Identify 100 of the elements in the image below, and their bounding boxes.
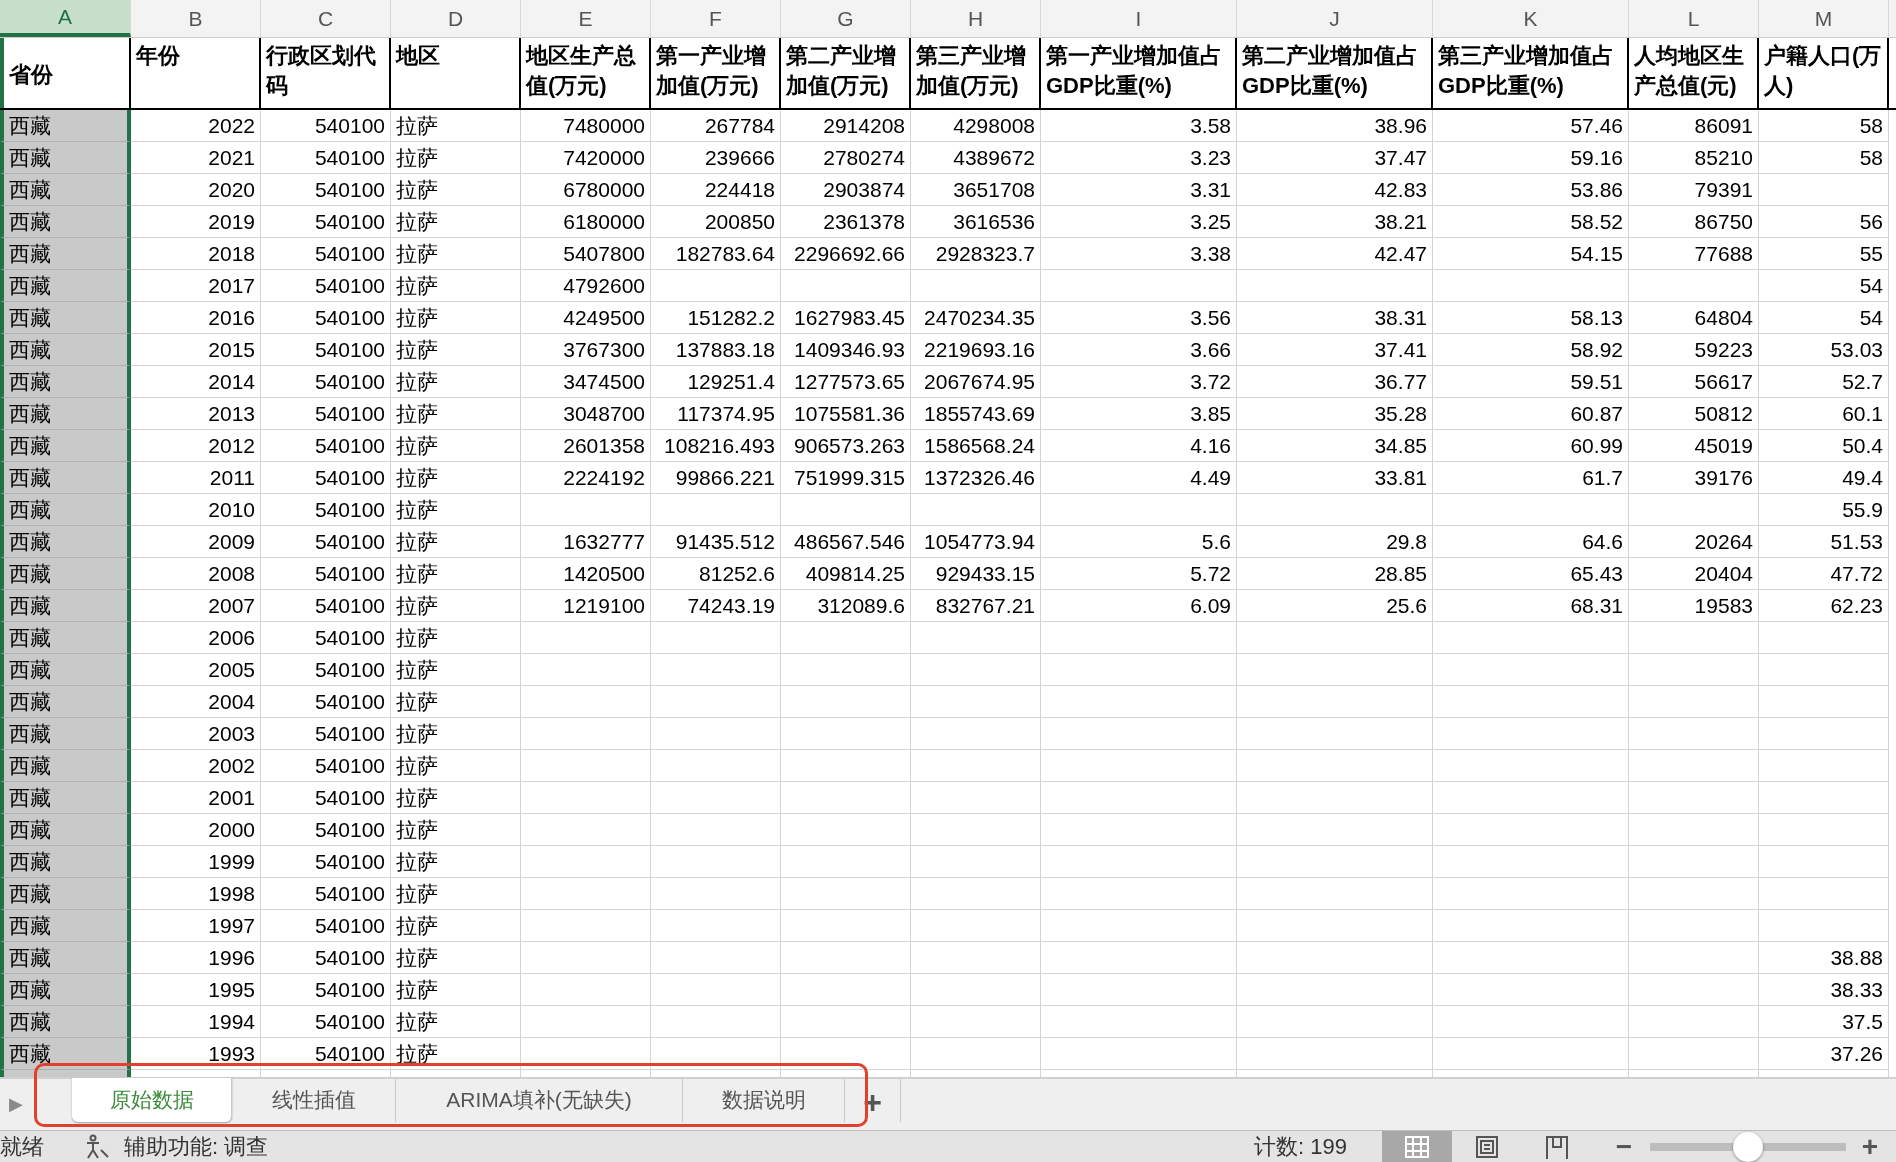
table-cell: 50.4 [1759, 430, 1889, 462]
table-cell: 540100 [261, 622, 391, 654]
table-cell: 2001 [131, 782, 261, 814]
table-cell: 4.16 [1041, 430, 1237, 462]
table-cell: 99866.221 [651, 462, 781, 494]
zoom-out-button[interactable]: − [1612, 1132, 1636, 1161]
table-cell: 西藏 [0, 942, 131, 974]
accessibility-status[interactable]: 辅助功能: 调查 [124, 1131, 1254, 1162]
table-cell: 540100 [261, 494, 391, 526]
table-cell: 2010 [131, 494, 261, 526]
table-cell: 28.85 [1237, 558, 1433, 590]
table-cell: 4389672 [911, 142, 1041, 174]
table-cell: 151282.2 [651, 302, 781, 334]
table-cell: 拉萨 [391, 814, 521, 846]
column-header[interactable]: J [1237, 0, 1433, 37]
table-cell: 2018 [131, 238, 261, 270]
table-cell: 540100 [261, 910, 391, 942]
table-cell: 拉萨 [391, 1006, 521, 1038]
table-cell: 3474500 [521, 366, 651, 398]
table-cell: 2007 [131, 590, 261, 622]
column-heading: 地区 [391, 38, 521, 108]
column-header[interactable]: M [1759, 0, 1889, 37]
table-cell: 2020 [131, 174, 261, 206]
table-cell: 60.87 [1433, 398, 1629, 430]
table-cell: 2019 [131, 206, 261, 238]
table-cell: 540100 [261, 590, 391, 622]
table-cell: 77688 [1629, 238, 1759, 270]
table-cell: 486567.546 [781, 526, 911, 558]
column-header[interactable]: H [911, 0, 1041, 37]
table-cell: 35.28 [1237, 398, 1433, 430]
table-cell: 540100 [261, 1006, 391, 1038]
column-header[interactable]: K [1433, 0, 1629, 37]
table-cell: 68.31 [1433, 590, 1629, 622]
slider-thumb[interactable] [1733, 1131, 1763, 1162]
table-cell: 906573.263 [781, 430, 911, 462]
table-cell: 64.6 [1433, 526, 1629, 558]
table-cell: 1219100 [521, 590, 651, 622]
table-cell: 拉萨 [391, 494, 521, 526]
column-header[interactable]: I [1041, 0, 1237, 37]
table-cell: 61.7 [1433, 462, 1629, 494]
table-cell: 拉萨 [391, 942, 521, 974]
table-cell: 拉萨 [391, 174, 521, 206]
table-cell: 西藏 [0, 718, 131, 750]
column-heading: 户籍人口(万人) [1759, 38, 1889, 108]
table-cell: 540100 [261, 558, 391, 590]
table-cell: 86091 [1629, 110, 1759, 142]
table-cell: 3.85 [1041, 398, 1237, 430]
column-header[interactable]: G [781, 0, 911, 37]
table-cell: 39176 [1629, 462, 1759, 494]
count-status: 计数: 199 [1254, 1133, 1348, 1161]
sheet-tab[interactable]: 数据说明 [683, 1078, 845, 1122]
table-cell: 1998 [131, 878, 261, 910]
column-heading: 行政区划代码 [261, 38, 391, 108]
table-cell: 1277573.65 [781, 366, 911, 398]
column-heading: 年份 [131, 38, 261, 108]
column-header[interactable]: D [391, 0, 521, 37]
sheet-tab[interactable]: ARIMA填补(无缺失) [396, 1078, 683, 1122]
table-cell: 西藏 [0, 238, 131, 270]
table-cell: 37.26 [1759, 1038, 1889, 1070]
table-cell: 25.6 [1237, 590, 1433, 622]
table-cell: 2903874 [781, 174, 911, 206]
table-cell: 540100 [261, 750, 391, 782]
table-cell: 西藏 [0, 686, 131, 718]
table-cell: 38.31 [1237, 302, 1433, 334]
table-cell: 拉萨 [391, 302, 521, 334]
table-cell: 3.38 [1041, 238, 1237, 270]
table-cell: 58.52 [1433, 206, 1629, 238]
sheet-tab[interactable]: 原始数据 [72, 1078, 232, 1122]
column-header[interactable]: L [1629, 0, 1759, 37]
column-header[interactable]: F [651, 0, 781, 37]
column-header[interactable]: C [261, 0, 391, 37]
table-cell: 540100 [261, 430, 391, 462]
table-cell: 540100 [261, 110, 391, 142]
table-cell: 50812 [1629, 398, 1759, 430]
table-cell: 832767.21 [911, 590, 1041, 622]
table-cell: 74243.19 [651, 590, 781, 622]
table-cell: 拉萨 [391, 238, 521, 270]
table-cell: 37.5 [1759, 1006, 1889, 1038]
zoom-in-button[interactable]: + [1858, 1132, 1882, 1161]
column-header[interactable]: E [521, 0, 651, 37]
table-cell: 西藏 [0, 654, 131, 686]
table-cell: 2009 [131, 526, 261, 558]
table-cell: 西藏 [0, 590, 131, 622]
sheet-tab[interactable]: 线性插值 [232, 1078, 396, 1122]
column-header[interactable]: A [0, 0, 131, 37]
table-cell: 117374.95 [651, 398, 781, 430]
table-cell: 38.96 [1237, 110, 1433, 142]
table-cell: 2002 [131, 750, 261, 782]
table-cell: 54 [1759, 270, 1889, 302]
table-cell: 20404 [1629, 558, 1759, 590]
column-header[interactable]: B [131, 0, 261, 37]
table-cell: 拉萨 [391, 398, 521, 430]
column-heading: 地区生产总值(万元) [521, 38, 651, 108]
table-cell: 西藏 [0, 782, 131, 814]
table-cell: 57.46 [1433, 110, 1629, 142]
table-cell: 540100 [261, 142, 391, 174]
column-heading: 第一产业增加值占GDP比重(%) [1041, 38, 1237, 108]
table-cell: 81252.6 [651, 558, 781, 590]
table-cell: 79391 [1629, 174, 1759, 206]
table-cell: 38.21 [1237, 206, 1433, 238]
